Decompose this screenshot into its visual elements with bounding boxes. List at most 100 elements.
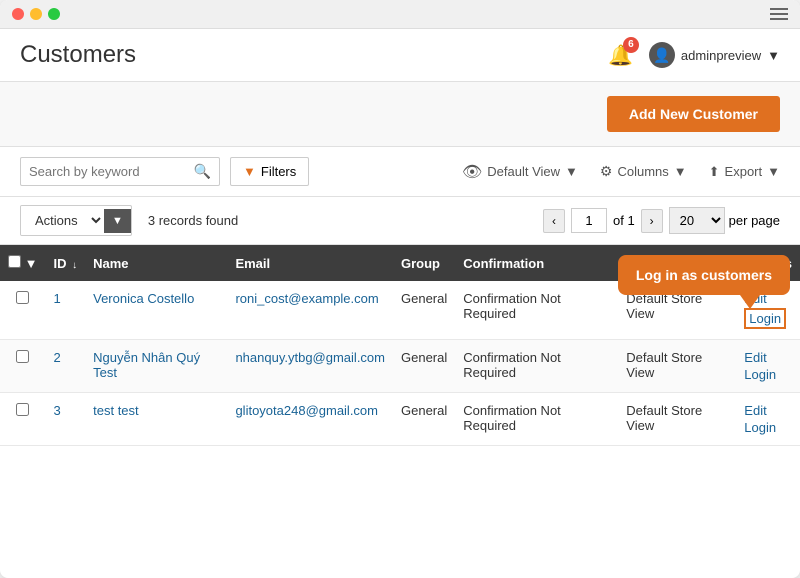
columns-label: Columns (617, 164, 668, 179)
row-email-link[interactable]: roni_cost@example.com (235, 291, 378, 306)
row-group: General (393, 281, 455, 340)
actions-dropdown-arrow[interactable]: ▼ (104, 209, 131, 233)
row-email: glitoyota248@gmail.com (227, 393, 393, 446)
table-row: 2 Nguyễn Nhân Quý Test nhanquy.ytbg@gmai… (0, 340, 800, 393)
page-header: Customers 🔔 6 👤 adminpreview ▼ (0, 29, 800, 82)
records-found: 3 records found (148, 213, 238, 228)
columns-dropdown-arrow: ▼ (674, 164, 687, 179)
view-label: Default View (487, 164, 560, 179)
per-page-dropdown[interactable]: 20 50 100 (669, 207, 725, 234)
toolbar: Add New Customer (0, 82, 800, 147)
row-website: Default Store View (618, 393, 736, 446)
row-group: General (393, 393, 455, 446)
notification-bell[interactable]: 🔔 6 (608, 43, 633, 68)
row-group: General (393, 340, 455, 393)
row-checkbox[interactable] (16, 403, 29, 416)
gear-icon: ⚙ (600, 163, 613, 180)
row-email: nhanquy.ytbg@gmail.com (227, 340, 393, 393)
tooltip-bubble: Log in as customers (618, 255, 790, 295)
col-email[interactable]: Email (227, 245, 393, 281)
table-container: Log in as customers ▼ ID ↓ Name Email Gr… (0, 245, 800, 578)
actions-bar: Actions ▼ 3 records found ‹ of 1 › 20 50… (0, 197, 800, 245)
view-dropdown-arrow: ▼ (565, 164, 578, 179)
col-checkbox[interactable]: ▼ (0, 245, 46, 281)
row-confirmation: Confirmation Not Required (455, 393, 618, 446)
export-label: Export (725, 164, 763, 179)
page-total-label: of 1 (613, 213, 635, 228)
row-edit-link[interactable]: Edit (744, 350, 766, 365)
export-button[interactable]: ⬆ Export ▼ (709, 164, 780, 180)
add-customer-button[interactable]: Add New Customer (607, 96, 780, 132)
row-id: 1 (46, 281, 86, 340)
filters-button[interactable]: ▼ Filters (230, 157, 309, 186)
eye-icon: 👁 (462, 162, 482, 182)
row-name: Nguyễn Nhân Quý Test (85, 340, 227, 393)
select-all-checkbox[interactable] (8, 255, 21, 268)
per-page-label: per page (729, 213, 780, 228)
row-actions-cell: Edit Login (736, 393, 800, 446)
col-sort-icon: ▼ (25, 256, 38, 271)
col-confirmation[interactable]: Confir­ma­tion (455, 245, 618, 281)
page-number-input[interactable] (571, 208, 607, 233)
actions-select[interactable]: Actions ▼ (20, 205, 132, 236)
search-input-wrapper[interactable]: 🔍 (20, 157, 220, 186)
window-dot-yellow[interactable] (30, 8, 42, 20)
per-page-select[interactable]: 20 50 100 per page (669, 207, 780, 234)
row-name: test test (85, 393, 227, 446)
filters-bar: 🔍 ▼ Filters 👁 Default View ▼ ⚙ Columns ▼… (0, 147, 800, 197)
export-icon: ⬆ (709, 164, 720, 180)
row-confirmation: Confirmation Not Required (455, 340, 618, 393)
row-id: 3 (46, 393, 86, 446)
row-confirmation: Confirmation Not Required (455, 281, 618, 340)
row-edit-link[interactable]: Edit (744, 403, 766, 418)
user-dropdown-arrow: ▼ (767, 48, 780, 63)
row-id-link[interactable]: 1 (54, 291, 61, 306)
row-checkbox-cell[interactable] (0, 281, 46, 340)
notification-badge: 6 (623, 37, 639, 53)
title-bar (0, 0, 800, 29)
user-avatar-icon: 👤 (649, 42, 675, 68)
edit-login-links: Edit Login (744, 403, 792, 435)
filters-button-label: Filters (261, 164, 296, 179)
row-email-link[interactable]: glitoyota248@gmail.com (235, 403, 378, 418)
row-website: Default Store View (618, 340, 736, 393)
edit-login-links: Edit Login (744, 350, 792, 382)
row-login-link[interactable]: Login (744, 308, 786, 329)
row-email: roni_cost@example.com (227, 281, 393, 340)
row-actions-cell: Edit Login (736, 340, 800, 393)
row-checkbox[interactable] (16, 291, 29, 304)
row-login-link[interactable]: Login (744, 420, 776, 435)
table-row: 3 test test glitoyota248@gmail.com Gener… (0, 393, 800, 446)
next-page-button[interactable]: › (641, 209, 663, 233)
user-menu[interactable]: 👤 adminpreview ▼ (649, 42, 780, 68)
app-window: Customers 🔔 6 👤 adminpreview ▼ Add New C… (0, 0, 800, 578)
row-name-link[interactable]: test test (93, 403, 139, 418)
filter-funnel-icon: ▼ (243, 164, 256, 179)
header-right: 🔔 6 👤 adminpreview ▼ (608, 42, 780, 68)
col-name[interactable]: Name (85, 245, 227, 281)
user-name-label: adminpreview (681, 48, 761, 63)
row-id-link[interactable]: 3 (54, 403, 61, 418)
row-name-link[interactable]: Nguyễn Nhân Quý Test (93, 350, 200, 380)
actions-dropdown[interactable]: Actions (21, 206, 104, 235)
row-checkbox-cell[interactable] (0, 393, 46, 446)
row-login-link[interactable]: Login (744, 367, 776, 382)
row-id-link[interactable]: 2 (54, 350, 61, 365)
row-name-link[interactable]: Veronica Costello (93, 291, 194, 306)
col-id[interactable]: ID ↓ (46, 245, 86, 281)
pagination: ‹ of 1 › 20 50 100 per page (543, 207, 780, 234)
row-checkbox-cell[interactable] (0, 340, 46, 393)
search-icon: 🔍 (194, 163, 211, 180)
default-view-select[interactable]: 👁 Default View ▼ (462, 162, 578, 182)
export-dropdown-arrow: ▼ (767, 164, 780, 179)
row-checkbox[interactable] (16, 350, 29, 363)
window-dot-red[interactable] (12, 8, 24, 20)
prev-page-button[interactable]: ‹ (543, 209, 565, 233)
search-input[interactable] (29, 164, 194, 179)
col-group[interactable]: Group (393, 245, 455, 281)
window-dot-green[interactable] (48, 8, 60, 20)
hamburger-menu-icon[interactable] (770, 8, 788, 20)
row-email-link[interactable]: nhanquy.ytbg@gmail.com (235, 350, 385, 365)
columns-button[interactable]: ⚙ Columns ▼ (600, 163, 687, 180)
page-title: Customers (20, 41, 136, 69)
